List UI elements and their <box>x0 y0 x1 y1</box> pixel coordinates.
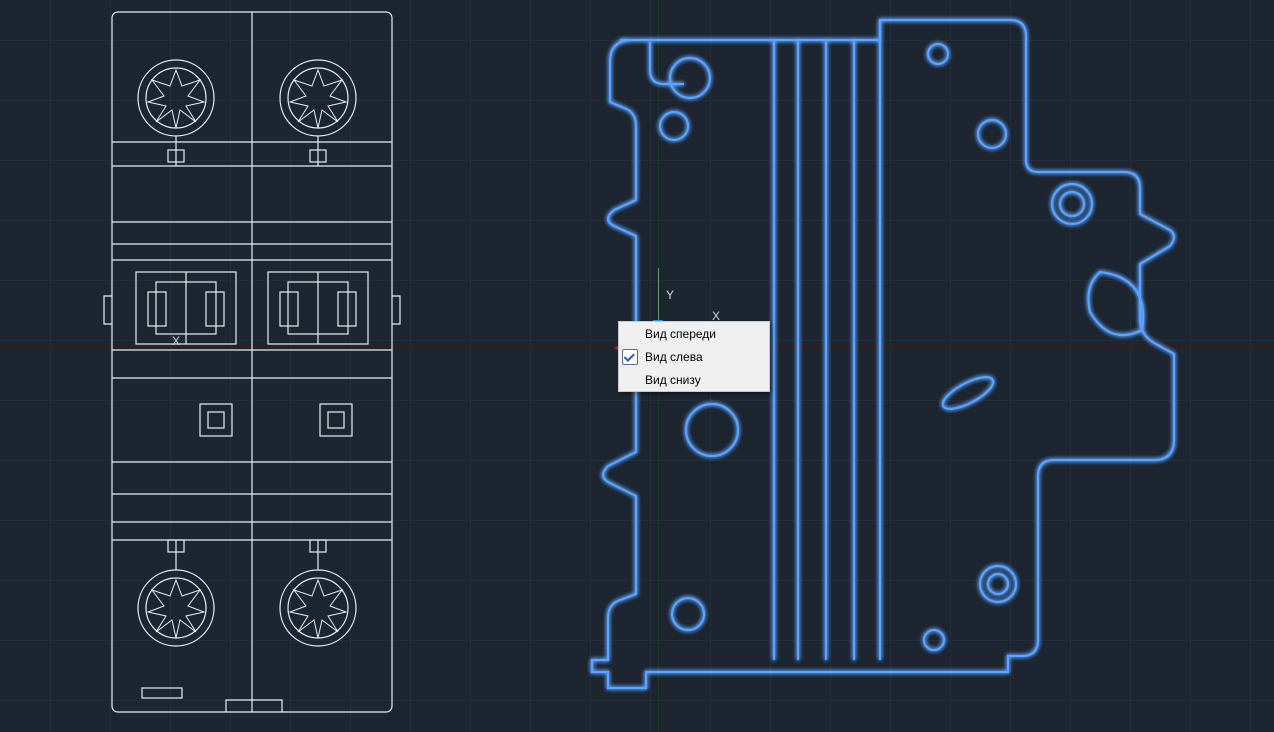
front-view-x-label: X <box>172 334 180 348</box>
context-menu-item-left[interactable]: Вид слева <box>619 345 769 368</box>
view-context-menu[interactable]: Вид спереди Вид слева Вид снизу <box>618 321 770 392</box>
check-icon <box>622 349 638 365</box>
context-menu-item-bottom[interactable]: Вид снизу <box>619 368 769 391</box>
checkbox-slot <box>619 349 641 365</box>
context-menu-label: Вид слева <box>641 350 769 364</box>
context-menu-item-front[interactable]: Вид спереди <box>619 322 769 345</box>
context-menu-label: Вид спереди <box>641 327 769 341</box>
drawing-front-view[interactable] <box>104 12 400 712</box>
context-menu-label: Вид снизу <box>641 373 769 387</box>
